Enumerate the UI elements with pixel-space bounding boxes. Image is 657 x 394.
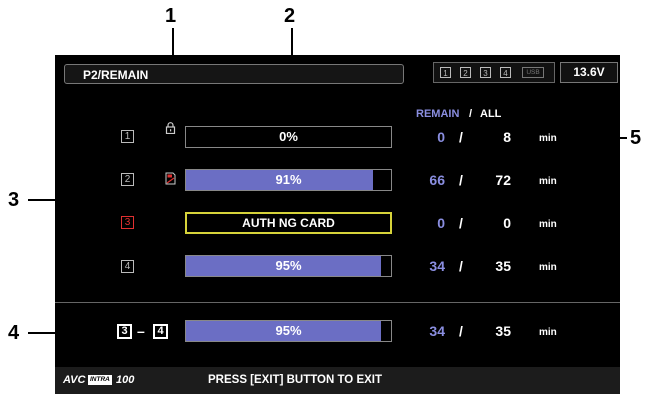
lock-icon	[165, 122, 176, 134]
usb-icon: USB	[522, 67, 544, 78]
combined-all-value: 35	[495, 323, 511, 339]
slot-2-separator: /	[459, 172, 463, 188]
combined-slot-b-label: 4	[153, 324, 168, 339]
exit-instruction: PRESS [EXIT] BUTTON TO EXIT	[208, 374, 383, 386]
slot-3-remain-bar: AUTH NG CARD	[185, 212, 392, 234]
slot-1-remain-bar: 0%	[185, 126, 392, 148]
slot-4-mini-icon: 4	[500, 67, 511, 78]
slot-2-unit: min	[539, 176, 557, 187]
slot-1-unit: min	[539, 133, 557, 144]
slot-4-remain-value: 34	[429, 258, 445, 274]
combined-bar-text: 95%	[275, 323, 302, 338]
combined-slot-a-label: 3	[117, 324, 132, 339]
slot-1-remain-value: 0	[437, 129, 445, 145]
slot-2-bar-text: 91%	[275, 172, 302, 187]
slot-1-label: 1	[121, 130, 134, 143]
battery-voltage: 13.6V	[560, 62, 618, 83]
logo-100-text: 100	[116, 374, 135, 386]
write-protect-icon	[165, 172, 176, 185]
slot-4-label: 4	[121, 260, 134, 273]
combined-unit: min	[539, 327, 557, 338]
slot-2-remain-bar: 91%	[185, 169, 392, 191]
logo-avc-text: AVC	[63, 374, 86, 386]
slot-status-indicator: 1 2 3 4 USB	[433, 62, 555, 83]
callout-2: 2	[284, 5, 296, 27]
callout-3: 3	[8, 189, 20, 211]
footer-bar: AVC INTRA 100 PRESS [EXIT] BUTTON TO EXI…	[55, 367, 620, 394]
all-column-header: ALL	[480, 108, 502, 120]
section-divider	[55, 302, 620, 303]
slot-4-separator: /	[459, 258, 463, 274]
slot-3-unit: min	[539, 219, 557, 230]
screen-title: P2/REMAIN	[83, 68, 149, 82]
slot-1-mini-icon: 1	[440, 67, 451, 78]
avc-intra-100-logo: AVC INTRA 100	[63, 373, 143, 387]
slot-1-bar-text: 0%	[279, 129, 298, 144]
slot-4-unit: min	[539, 262, 557, 273]
callout-4: 4	[8, 322, 20, 344]
combined-remain-value: 34	[429, 323, 445, 339]
combined-remain-bar: 95%	[185, 320, 392, 342]
remain-column-header: REMAIN	[416, 108, 460, 120]
slot-2-remain-value: 66	[429, 172, 445, 188]
logo-intra-badge: INTRA	[88, 375, 112, 385]
slot-3-remain-value: 0	[437, 215, 445, 231]
combined-separator: /	[459, 323, 463, 339]
column-header-separator: /	[469, 108, 473, 120]
combined-dash: –	[137, 323, 145, 339]
lcd-screen: P2/REMAIN 1 2 3 4 USB 13.6V REMAIN / ALL…	[55, 55, 620, 394]
slot-3-label: 3	[121, 216, 134, 229]
slot-3-all-value: 0	[503, 215, 511, 231]
slot-3-mini-icon: 3	[480, 67, 491, 78]
slot-2-label: 2	[121, 173, 134, 186]
slot-4-all-value: 35	[495, 258, 511, 274]
slot-1-all-value: 8	[503, 129, 511, 145]
slot-4-bar-text: 95%	[275, 258, 302, 273]
slot-1-separator: /	[459, 129, 463, 145]
slot-4-remain-bar: 95%	[185, 255, 392, 277]
callout-1: 1	[165, 5, 177, 27]
slot-2-all-value: 72	[495, 172, 511, 188]
slot-3-separator: /	[459, 215, 463, 231]
slot-2-mini-icon: 2	[460, 67, 471, 78]
slot-3-bar-text: AUTH NG CARD	[242, 216, 335, 230]
callout-5: 5	[630, 127, 642, 149]
